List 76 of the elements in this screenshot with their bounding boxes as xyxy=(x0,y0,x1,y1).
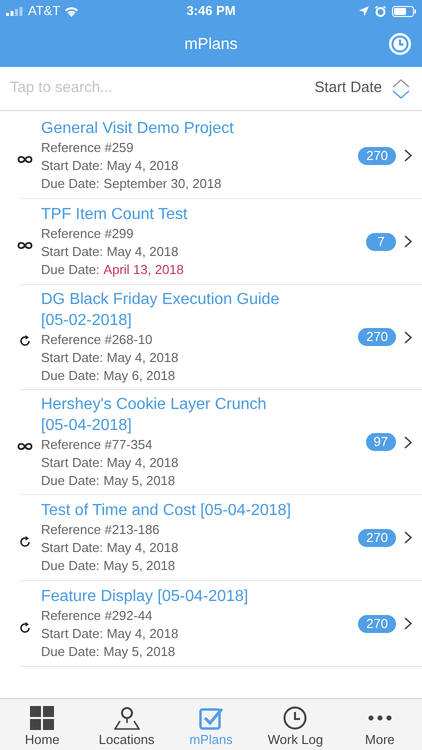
tab-item[interactable]: Locations xyxy=(84,699,169,750)
alarm-icon xyxy=(375,6,386,16)
grid-icon xyxy=(30,706,54,730)
map-pin-icon xyxy=(114,706,140,730)
start-date: Start Date: May 4, 2018 xyxy=(41,157,180,175)
history-button[interactable] xyxy=(388,32,412,56)
sort-label[interactable]: Start Date xyxy=(314,77,382,100)
tab-item[interactable]: Work Log xyxy=(253,699,338,750)
battery-icon xyxy=(392,6,416,16)
plan-row[interactable]: Test of Time and Cost [05-04-2018] Reference #213-186 Start Date: May 4, 2018 Due Date: May 5, 2018 270 xyxy=(20,495,422,581)
start-date: Start Date: May 4, 2018 xyxy=(41,539,180,557)
location-arrow-icon xyxy=(359,6,370,16)
due-date-label: Due Date: xyxy=(41,643,100,661)
due-date: May 5, 2018 xyxy=(104,557,176,575)
chevron-right-icon xyxy=(404,235,412,248)
infinity-icon xyxy=(16,442,32,450)
chevron-right-icon xyxy=(404,330,412,344)
reference-number: Reference #299 xyxy=(41,225,135,243)
chevron-right-icon xyxy=(404,617,412,630)
due-date: May 5, 2018 xyxy=(104,472,176,490)
due-date: May 6, 2018 xyxy=(104,367,176,385)
plan-row[interactable]: Hershey's Cookie Layer Crunch [05-04-2018] Reference #77-354 Start Date: May 4, 2018 Due Date: May 5, 2018 97 xyxy=(20,390,422,495)
count-badge: 7 xyxy=(366,232,396,250)
start-date: Start Date: May 4, 2018 xyxy=(41,243,180,261)
due-date-label: Due Date: xyxy=(41,175,100,193)
screen-title: mPlans xyxy=(184,34,238,54)
refresh-icon xyxy=(18,622,30,634)
plan-row[interactable]: Feature Display [05-04-2018] Reference #292-44 Start Date: May 4, 2018 Due Date: May 5, 2018 270 xyxy=(20,581,422,667)
search-field[interactable]: Tap to search... xyxy=(10,77,314,100)
clock-time: 3:46 PM xyxy=(186,2,236,20)
carrier-name: AT&T xyxy=(28,2,60,20)
reference-number: Reference #292-44 xyxy=(41,607,154,625)
start-date: Start Date: May 4, 2018 xyxy=(41,625,180,643)
clock-icon xyxy=(283,706,308,730)
wifi-icon xyxy=(64,6,80,16)
tab-item[interactable]: More xyxy=(338,699,422,750)
refresh-icon xyxy=(18,536,30,548)
signal-icon xyxy=(6,6,24,16)
plan-title: Feature Display [05-04-2018] xyxy=(41,587,250,607)
tab-item[interactable]: Home xyxy=(0,699,84,750)
due-date: May 5, 2018 xyxy=(104,643,176,661)
count-badge: 270 xyxy=(358,614,396,632)
due-date-label: Due Date: xyxy=(41,261,100,279)
chevron-right-icon xyxy=(404,436,412,448)
chevron-right-icon xyxy=(404,149,412,162)
count-badge: 270 xyxy=(358,528,396,546)
chevron-right-icon xyxy=(404,531,412,544)
start-date: Start Date: May 4, 2018 xyxy=(41,454,180,472)
infinity-icon xyxy=(16,241,32,250)
reference-number: Reference #213-186 xyxy=(41,521,161,539)
count-badge: 97 xyxy=(366,433,396,451)
due-date-label: Due Date: xyxy=(41,557,100,575)
start-date: Start Date: May 4, 2018 xyxy=(41,349,180,367)
reference-number: Reference #268-10 xyxy=(41,331,154,349)
checkbox-icon xyxy=(199,706,224,730)
clock-icon xyxy=(388,32,412,56)
refresh-icon xyxy=(18,335,30,347)
count-badge: 270 xyxy=(358,146,396,164)
due-date: April 13, 2018 xyxy=(104,261,184,279)
plan-row[interactable]: TPF Item Count Test Reference #299 Start Date: May 4, 2018 Due Date: April 13, 2018 7 xyxy=(20,199,422,285)
plan-title: TPF Item Count Test xyxy=(41,205,188,225)
plan-title: DG Black Friday Execution Guide [05-02-2018] xyxy=(41,290,280,331)
plan-title: Test of Time and Cost [05-04-2018] xyxy=(41,501,292,521)
infinity-icon xyxy=(16,155,32,164)
plan-title: General Visit Demo Project xyxy=(41,119,235,139)
reference-number: Reference #259 xyxy=(41,139,135,157)
due-date-label: Due Date: xyxy=(41,367,100,385)
plan-row[interactable]: General Visit Demo Project Reference #259 Start Date: May 4, 2018 Due Date: September 30, 2018 270 xyxy=(20,113,422,199)
plan-title: Hershey's Cookie Layer Crunch [05-04-2018] xyxy=(41,395,268,436)
due-date: September 30, 2018 xyxy=(104,175,222,193)
more-icon xyxy=(368,715,392,721)
due-date-label: Due Date: xyxy=(41,472,100,490)
plan-row[interactable]: DG Black Friday Execution Guide [05-02-2018] Reference #268-10 Start Date: May 4, 2018 Due Date: May 6, 2018 270 xyxy=(20,285,422,390)
count-badge: 270 xyxy=(358,328,396,346)
reference-number: Reference #77-354 xyxy=(41,436,154,454)
sort-toggle[interactable] xyxy=(392,78,410,98)
